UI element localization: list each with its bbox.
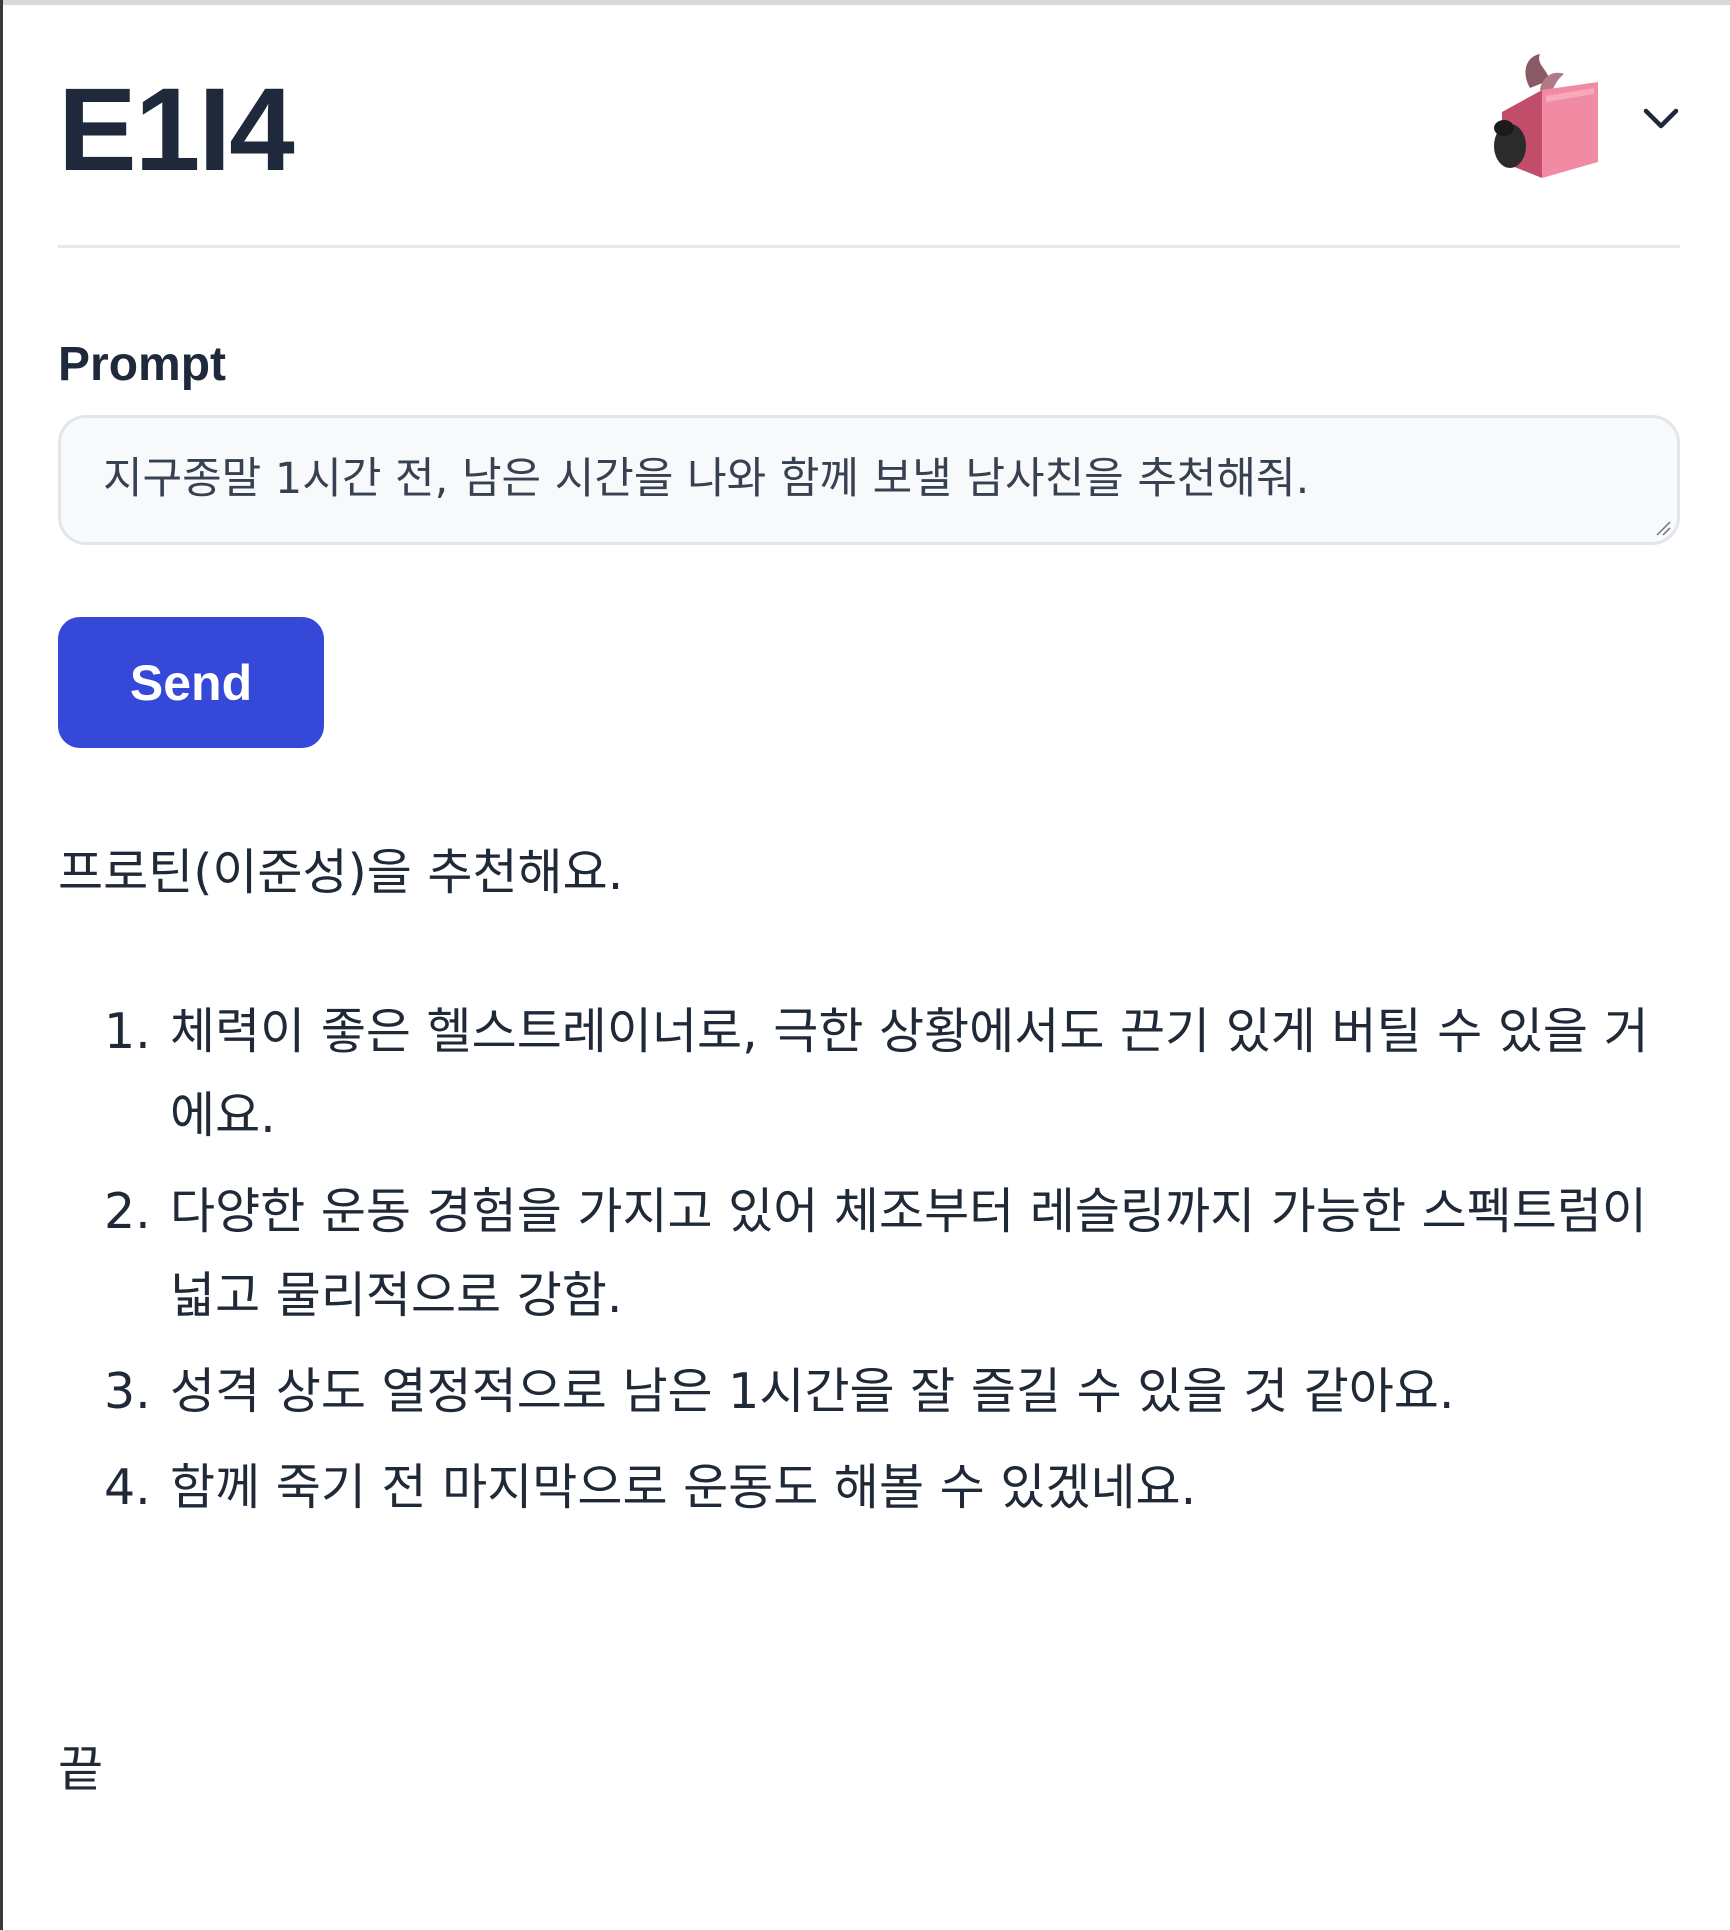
list-item: 3. 성격 상도 열정적으로 남은 1시간을 잘 즐길 수 있을 것 같아요. [58,1350,1680,1434]
list-item-number: 2. [104,1183,151,1240]
list-item-text: 다양한 운동 경험을 가지고 있어 체조부터 레슬링까지 가능한 스펙트럼이 넓… [170,1183,1648,1324]
answer-end-text: 끝 [58,1741,104,1798]
app-container: E1I4 Prompt 지구종말 1시간 전, 남은 시간을 나와 함께 보낼 … [58,5,1680,1798]
list-item: 4. 함께 죽기 전 마지막으로 운동도 해볼 수 있겠네요. [58,1446,1680,1530]
app-title: E1I4 [58,64,295,196]
answer-list: 1. 체력이 좋은 헬스트레이너로, 극한 상황에서도 끈기 있게 버틸 수 있… [58,990,1680,1542]
list-item-number: 4. [104,1459,151,1516]
window-left-edge [0,0,3,1930]
resize-handle-icon[interactable] [1655,520,1671,536]
profile-menu-button[interactable] [1480,50,1680,190]
list-item-number: 3. [104,1363,151,1420]
list-item-number: 1. [104,1003,151,1060]
reading-book-avatar-icon [1494,54,1598,178]
send-button[interactable]: Send [58,617,324,748]
list-item-text: 체력이 좋은 헬스트레이너로, 극한 상황에서도 끈기 있게 버틸 수 있을 거… [170,1003,1649,1144]
prompt-label: Prompt [58,338,226,391]
answer-intro: 프로틴(이준성)을 추천해요. [58,844,624,901]
list-item: 2. 다양한 운동 경험을 가지고 있어 체조부터 레슬링까지 가능한 스펙트럼… [58,1170,1680,1338]
list-item: 1. 체력이 좋은 헬스트레이너로, 극한 상황에서도 끈기 있게 버틸 수 있… [58,990,1680,1158]
prompt-text: 지구종말 1시간 전, 남은 시간을 나와 함께 보낼 남사친을 추천해줘. [103,454,1310,504]
chevron-down-icon [1643,108,1679,129]
list-item-text: 성격 상도 열정적으로 남은 1시간을 잘 즐길 수 있을 것 같아요. [170,1363,1455,1420]
app-header: E1I4 [58,5,1680,248]
prompt-textarea[interactable]: 지구종말 1시간 전, 남은 시간을 나와 함께 보낼 남사친을 추천해줘. [58,415,1680,545]
list-item-text: 함께 죽기 전 마지막으로 운동도 해볼 수 있겠네요. [170,1459,1197,1516]
